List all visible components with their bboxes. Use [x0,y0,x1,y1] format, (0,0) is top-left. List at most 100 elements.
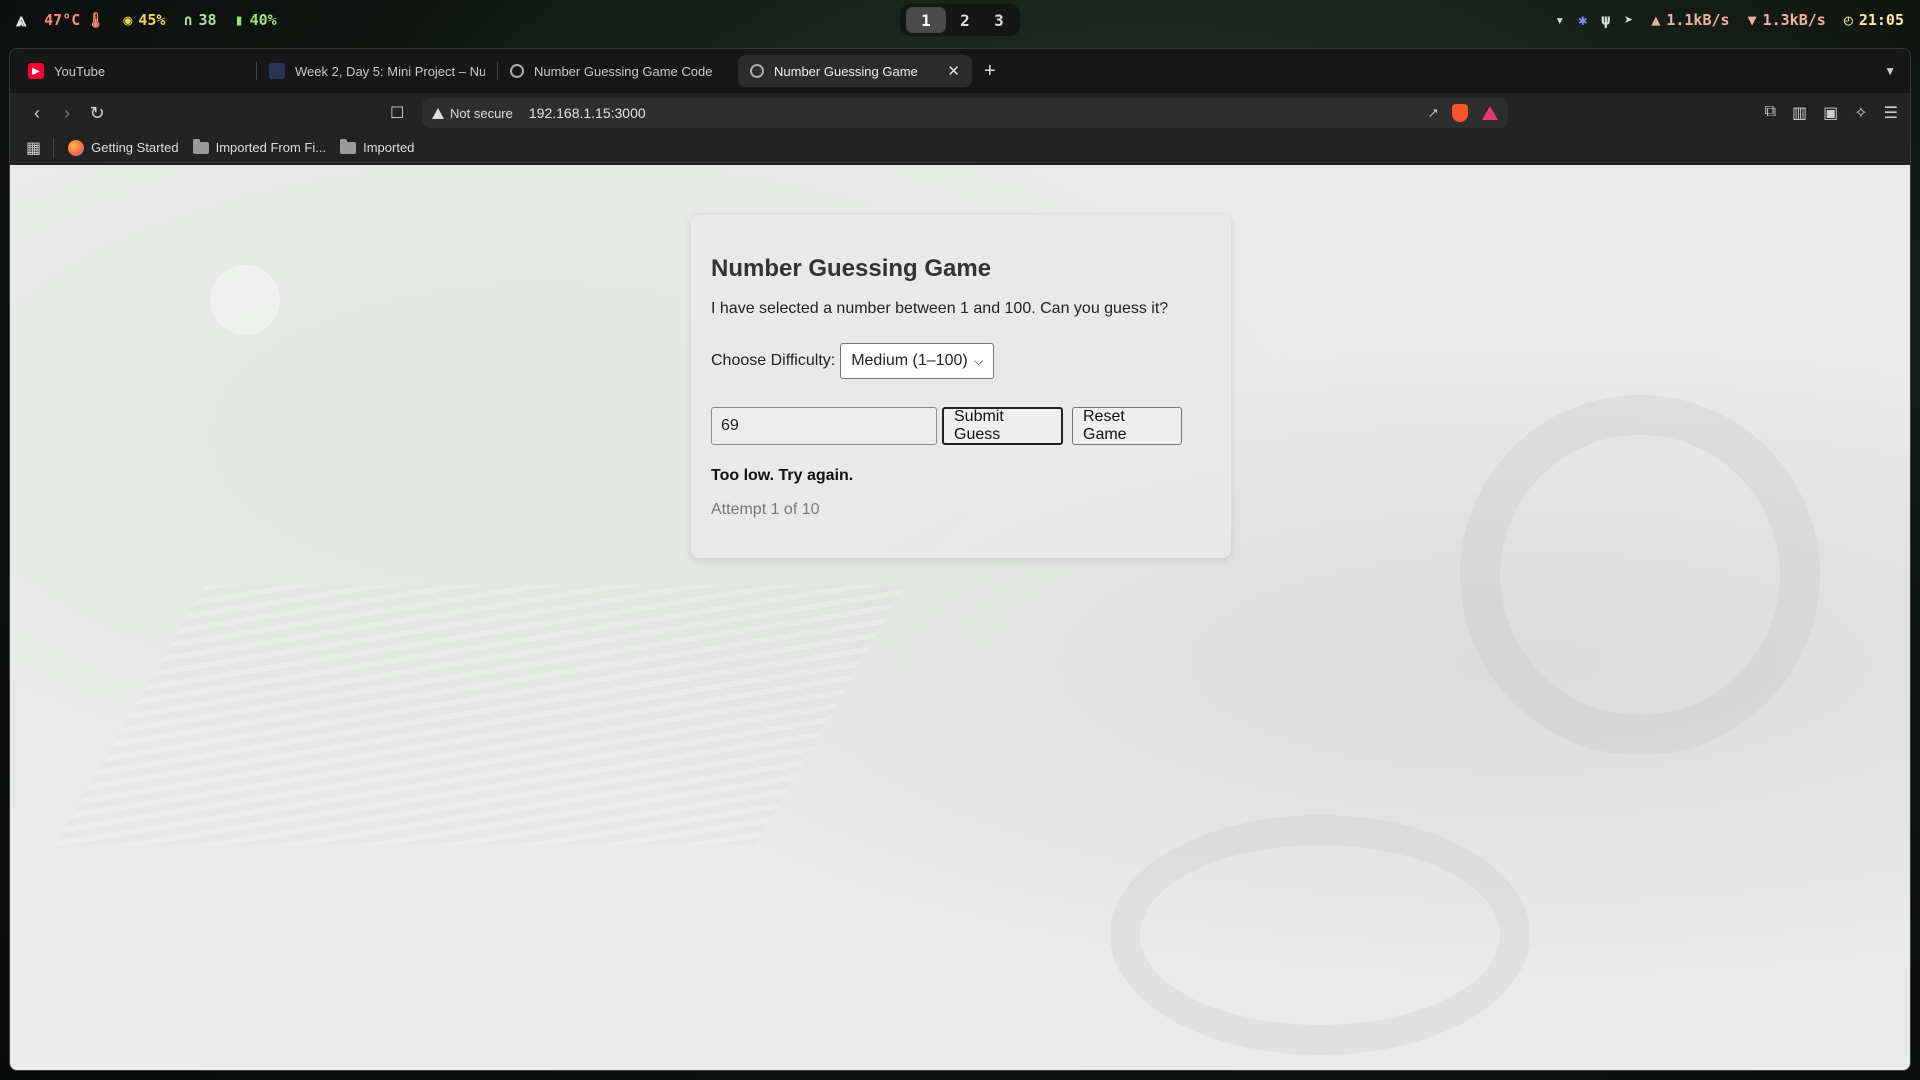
tray-icons: ▾ ✱ ψ ➤ [1555,11,1633,29]
difficulty-label: Choose Difficulty: [711,352,836,369]
upload-indicator: ▲ 1.1kB/s [1651,11,1729,29]
folder-icon [340,138,357,154]
telegram-icon[interactable]: ➤ [1624,11,1633,29]
globe-icon [510,64,524,78]
guess-input[interactable]: 69 [711,407,937,445]
tab-label: Number Guessing Game Code [534,63,713,79]
bluetooth-icon[interactable]: ✱ [1578,11,1587,29]
bookmark-label: Getting Started [91,140,179,155]
security-label: Not secure [450,105,513,121]
bookmark-label: Imported [363,140,415,155]
tab-game-code[interactable]: Number Guessing Game Code [498,55,738,87]
upload-value: 1.1kB/s [1666,11,1730,29]
page-viewport: Number Guessing Game I have selected a n… [10,165,1910,1070]
address-bar[interactable]: Not secure 192.168.1.15:3000 ⭧ [422,98,1508,128]
workspace-1[interactable]: 1 [906,7,946,33]
url-text[interactable]: 192.168.1.15:3000 [529,105,646,121]
brave-rewards-icon[interactable] [1482,106,1498,120]
reset-game-button[interactable]: Reset Game [1072,407,1182,445]
difficulty-row: Choose Difficulty: Medium (1–100) ⌵ [711,343,1211,379]
tab-week2-project[interactable]: Week 2, Day 5: Mini Project – Nu [257,55,497,87]
download-indicator: ▼ 1.3kB/s [1748,11,1826,29]
chevron-down-icon[interactable]: ▼ [1884,64,1896,78]
download-icon: ▼ [1747,11,1757,29]
headphones-value: 38 [198,11,217,29]
globe-icon [750,64,764,78]
game-prompt: I have selected a number between 1 and 1… [711,300,1169,317]
guess-row: 69 Submit Guess Reset Game [711,407,1211,445]
leo-ai-icon[interactable]: ✧ [1854,103,1867,123]
youtube-icon: ▶ [28,63,44,79]
cpu-indicator: ◉ 45% [123,11,165,29]
toolbar-actions: ⧉ ▥ ▣ ✧ ☰ [1765,103,1898,123]
difficulty-value: Medium (1–100) [851,352,968,369]
clock-value: 21:05 [1858,11,1904,29]
folder-icon [192,138,209,154]
browser-window: ▶ YouTube Week 2, Day 5: Mini Project – … [9,48,1911,1071]
bookmark-folder-imported[interactable]: Imported [340,138,415,155]
submit-guess-button[interactable]: Submit Guess [942,407,1063,445]
cpu-icon: ◉ [123,11,133,29]
navigation-toolbar: ‹ › ↻ ☐ Not secure 192.168.1.15:3000 ⭧ ⧉… [10,93,1910,133]
extensions-icon[interactable]: ⧉ [1765,103,1776,123]
system-stats: ⩓ 47°C 🌡 ◉ 45% ∩ 38 ▮ 40% [16,10,277,31]
bookmark-label: Imported From Fi... [215,140,327,155]
security-indicator[interactable]: Not secure [432,106,513,121]
tab-label: YouTube [54,63,106,79]
tab-label: Week 2, Day 5: Mini Project – Nu [295,63,485,79]
apps-grid-icon[interactable]: ▦ [26,137,55,158]
clock[interactable]: ◴ 21:05 [1844,11,1904,29]
blog-icon [269,63,285,79]
tab-label: Number Guessing Game [774,63,918,79]
cpu-value: 45% [138,11,166,29]
workspace-3[interactable]: 3 [984,7,1014,33]
system-bar: ⩓ 47°C 🌡 ◉ 45% ∩ 38 ▮ 40% 1 2 3 ▾ ✱ ψ ➤ [0,0,1920,40]
download-value: 1.3kB/s [1762,11,1826,29]
tab-number-guessing-game[interactable]: Number Guessing Game ✕ [738,55,972,87]
wifi-icon[interactable]: ▾ [1555,11,1564,29]
warning-icon [432,107,444,119]
menu-icon[interactable]: ☰ [1884,103,1898,123]
battery-value: 40% [249,11,277,29]
background-art [210,265,280,335]
chevron-down-icon: ⌵ [974,353,984,368]
background-art [1110,815,1530,1055]
bookmarks-bar: ▦ Getting Started Imported From Fi... Im… [10,133,1910,163]
bookmark-icon[interactable]: ☐ [390,103,404,123]
address-bar-actions: ⭧ [1429,104,1498,122]
tab-youtube[interactable]: ▶ YouTube [16,55,256,87]
feedback-message: Too low. Try again. [711,467,854,484]
back-icon[interactable]: ‹ [22,103,52,124]
system-tray: ▾ ✱ ψ ➤ ▲ 1.1kB/s ▼ 1.3kB/s ◴ 21:05 [1555,11,1904,29]
difficulty-select[interactable]: Medium (1–100) ⌵ [840,343,995,379]
tab-strip: ▶ YouTube Week 2, Day 5: Mini Project – … [10,49,1910,93]
launcher-icon[interactable]: ⩓ [16,10,26,31]
bookmark-folder-imported-from-firefox[interactable]: Imported From Fi... [192,138,327,155]
game-card: Number Guessing Game I have selected a n… [691,215,1231,558]
new-tab-button[interactable]: + [984,60,996,83]
upload-icon: ▲ [1651,11,1661,29]
reload-icon[interactable]: ↻ [82,103,112,124]
clock-icon: ◴ [1843,11,1853,29]
bluetooth-audio-icon[interactable]: ψ [1601,11,1610,29]
sidebar-icon[interactable]: ▥ [1792,103,1807,123]
temperature-value: 47°C [44,11,81,29]
headphones-indicator: ∩ 38 [183,11,216,29]
background-art [54,585,906,845]
headphones-icon: ∩ [183,11,193,29]
bookmark-getting-started[interactable]: Getting Started [68,139,179,156]
temperature-indicator: 47°C 🌡 [44,11,105,29]
attempts-counter: Attempt 1 of 10 [711,501,820,518]
background-art [1460,395,1820,755]
battery-icon: ▮ [234,11,244,29]
close-icon[interactable]: ✕ [947,62,960,80]
firefox-icon [68,139,85,156]
battery-indicator: ▮ 40% [235,11,277,29]
forward-icon[interactable]: › [52,103,82,124]
wallet-icon[interactable]: ▣ [1823,103,1838,123]
workspace-switcher: 1 2 3 [900,4,1020,36]
brave-shields-icon[interactable] [1452,104,1468,122]
workspace-2[interactable]: 2 [950,7,980,33]
thermometer-icon: 🌡 [86,11,106,29]
share-icon[interactable]: ⭧ [1429,105,1438,122]
